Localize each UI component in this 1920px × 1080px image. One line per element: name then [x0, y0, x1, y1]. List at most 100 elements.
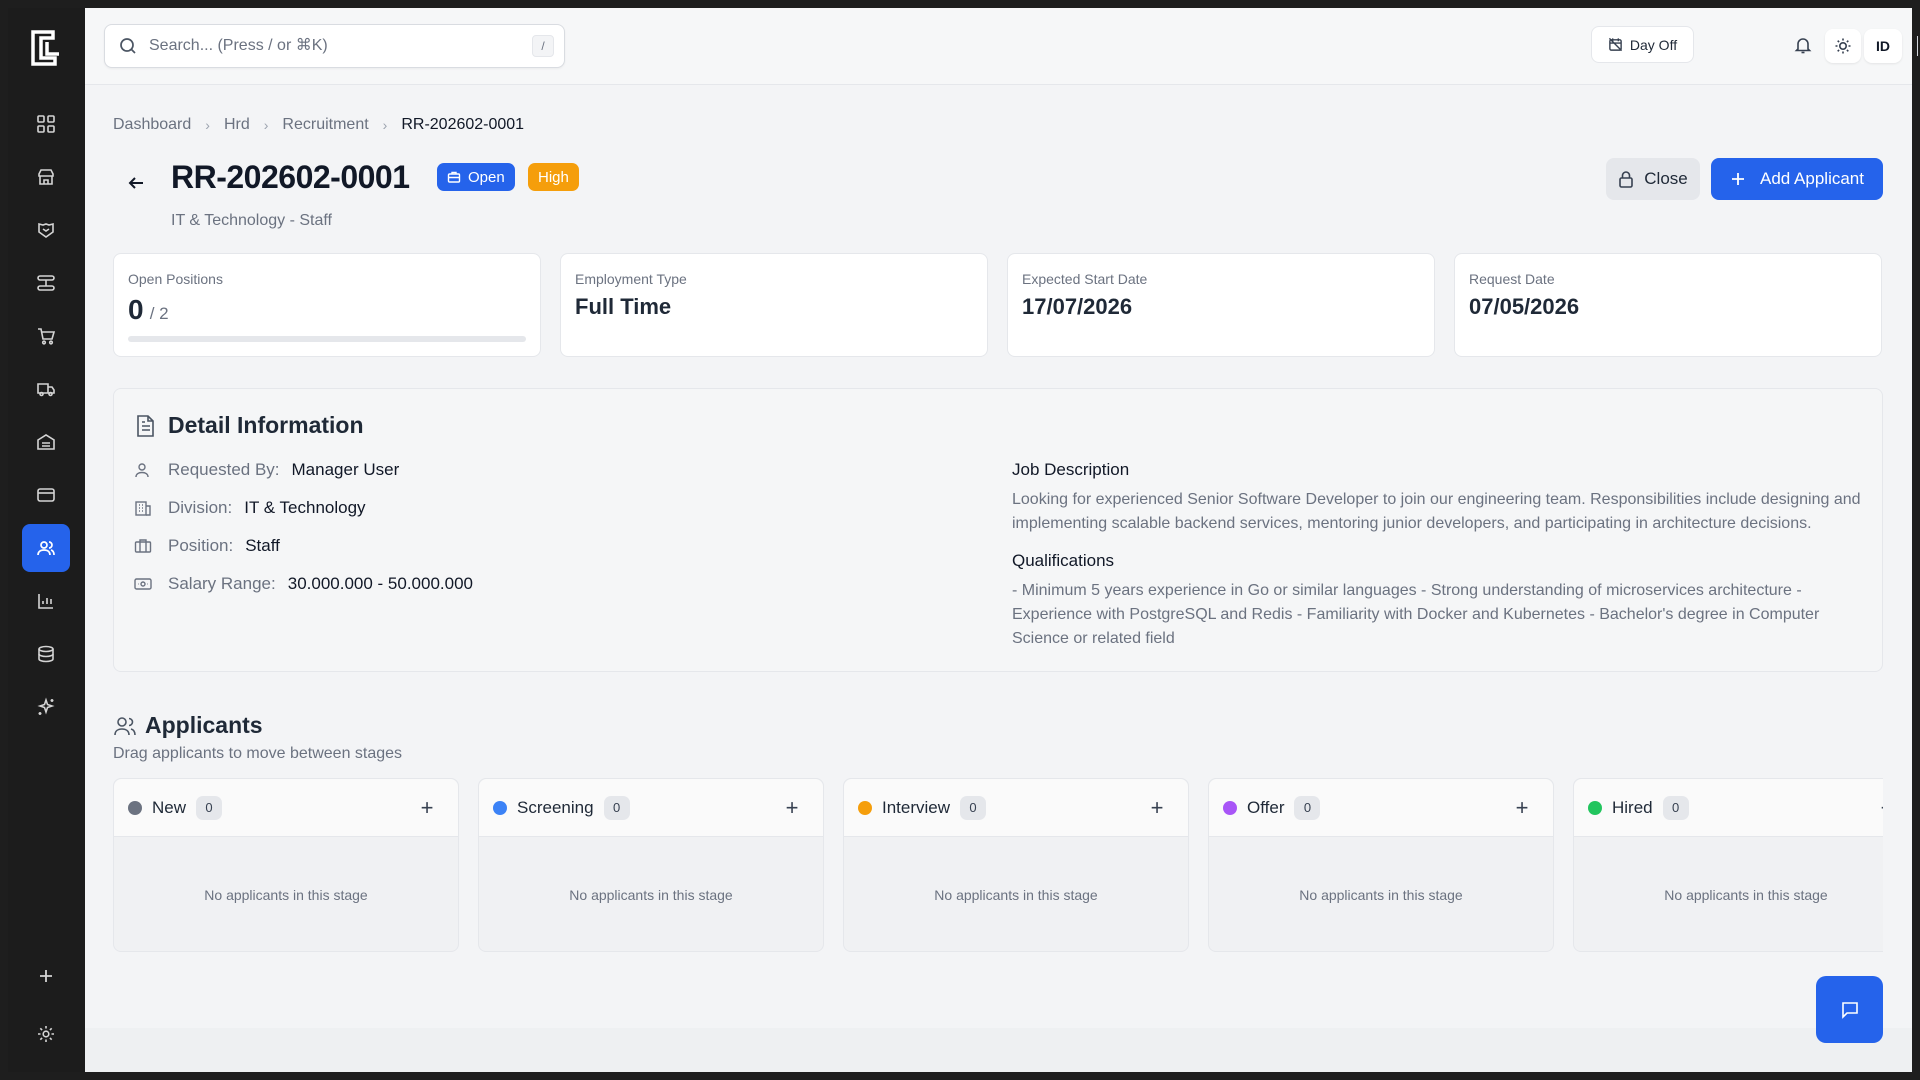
- cart-icon[interactable]: [22, 312, 70, 360]
- stage-empty-text: No applicants in this stage: [934, 887, 1098, 903]
- page-subtitle: IT & Technology - Staff: [171, 212, 332, 229]
- job-description-title: Job Description: [1012, 460, 1130, 479]
- chevron-right-icon: ›: [382, 117, 388, 133]
- add-applicant-button[interactable]: Add Applicant: [1711, 158, 1883, 200]
- qualifications-title: Qualifications: [1012, 551, 1115, 570]
- detail-information-card: Detail Information Requested By: Manager…: [113, 388, 1883, 672]
- stage-title: Screening: [517, 797, 594, 817]
- topbar: / Day Off ID: [85, 8, 1918, 85]
- stage-title: Offer: [1247, 797, 1285, 817]
- stage-header: Hired 0 +: [1574, 779, 1883, 837]
- stage-empty-text: No applicants in this stage: [1664, 887, 1828, 903]
- app-logo[interactable]: [29, 28, 65, 68]
- applicants-subtitle: Drag applicants to move between stages: [113, 745, 403, 762]
- stat-employment-type: Employment Type Full Time: [560, 253, 988, 357]
- stage-color-dot: [1223, 800, 1237, 815]
- breadcrumb-hrd[interactable]: Hrd: [224, 116, 250, 134]
- division-row: Division: IT & Technology: [134, 498, 366, 518]
- breadcrumb-recruitment[interactable]: Recruitment: [282, 116, 368, 134]
- back-arrow-icon[interactable]: [125, 172, 147, 194]
- sidebar: [8, 8, 85, 1072]
- stage-column-offer[interactable]: Offer 0 + No applicants in this stage: [1208, 778, 1554, 952]
- stage-color-dot: [493, 800, 507, 815]
- stat-value: 07/05/2026: [1469, 294, 1580, 319]
- detail-heading: Detail Information: [134, 412, 364, 439]
- database-icon[interactable]: [22, 630, 70, 678]
- store-icon[interactable]: [22, 153, 70, 201]
- chevron-right-icon: ›: [263, 117, 269, 133]
- search-input[interactable]: [149, 37, 509, 55]
- stage-header: Offer 0 +: [1209, 779, 1553, 837]
- stat-request-date: Request Date 07/05/2026: [1454, 253, 1882, 357]
- add-to-stage-plus-icon[interactable]: +: [416, 797, 438, 819]
- stage-column-hired[interactable]: Hired 0 + No applicants in this stage: [1573, 778, 1883, 952]
- breadcrumb-dashboard[interactable]: Dashboard: [113, 116, 191, 134]
- stat-expected-start-date: Expected Start Date 17/07/2026: [1007, 253, 1435, 357]
- stat-value: 17/07/2026: [1022, 294, 1133, 319]
- stage-count-badge: 0: [1662, 795, 1689, 820]
- requested-by-label: Requested By:: [168, 460, 280, 479]
- language-switch[interactable]: ID: [1864, 29, 1902, 63]
- search-box[interactable]: /: [104, 24, 565, 68]
- applicants-heading: Applicants: [113, 712, 263, 739]
- stage-column-interview[interactable]: Interview 0 + No applicants in this stage: [843, 778, 1189, 952]
- add-to-stage-plus-icon[interactable]: +: [1876, 797, 1883, 819]
- building-icon: [134, 500, 154, 516]
- add-applicant-label: Add Applicant: [1760, 169, 1864, 188]
- requested-by-value: Manager User: [291, 460, 400, 479]
- stage-color-dot: [1588, 800, 1602, 815]
- calendar-off-icon: [1608, 37, 1623, 52]
- stage-title: Interview: [882, 797, 951, 817]
- stage-header: New 0 +: [114, 779, 458, 837]
- salary-row: Salary Range: 30.000.000 - 50.000.000: [134, 574, 473, 594]
- briefcase-icon: [134, 538, 154, 554]
- stage-count-badge: 0: [1294, 795, 1321, 820]
- stage-header: Screening 0 +: [479, 779, 823, 837]
- stat-label: Employment Type: [575, 271, 687, 287]
- salary-label: Salary Range:: [168, 574, 276, 593]
- chart-icon[interactable]: [22, 577, 70, 625]
- priority-badge: High: [528, 163, 579, 191]
- stage-empty-text: No applicants in this stage: [204, 887, 368, 903]
- plus-icon: [1730, 171, 1746, 187]
- stage-color-dot: [858, 800, 872, 815]
- page-title: RR-202602-0001: [171, 159, 410, 195]
- stage-header: Interview 0 +: [844, 779, 1188, 837]
- topbar-divider: [1917, 36, 1918, 56]
- stage-count-badge: 0: [196, 795, 223, 820]
- day-off-button[interactable]: Day Off: [1591, 26, 1694, 63]
- stage-empty-text: No applicants in this stage: [569, 887, 733, 903]
- open-total: / 2: [149, 304, 169, 323]
- open-count: 0: [128, 294, 144, 325]
- stat-value: 0 / 2: [128, 294, 526, 326]
- warehouse-icon[interactable]: [22, 418, 70, 466]
- stat-label: Expected Start Date: [1022, 271, 1148, 287]
- stage-color-dot: [128, 800, 142, 815]
- gear-icon[interactable]: [22, 1010, 70, 1058]
- truck-icon[interactable]: [22, 365, 70, 413]
- add-to-stage-plus-icon[interactable]: +: [1146, 797, 1168, 819]
- chat-button[interactable]: [1816, 976, 1883, 1043]
- page-bottom: [85, 1028, 1912, 1072]
- stage-column-new[interactable]: New 0 + No applicants in this stage: [113, 778, 459, 952]
- stage-count-badge: 0: [960, 795, 987, 820]
- add-to-stage-plus-icon[interactable]: +: [1511, 797, 1533, 819]
- salary-value: 30.000.000 - 50.000.000: [287, 574, 474, 593]
- stage-column-screening[interactable]: Screening 0 + No applicants in this stage: [478, 778, 824, 952]
- close-button[interactable]: Close: [1606, 158, 1700, 200]
- handshake-icon[interactable]: [22, 206, 70, 254]
- workflow-icon[interactable]: [22, 259, 70, 307]
- card-icon[interactable]: [22, 471, 70, 519]
- qualifications-text: - Minimum 5 years experience in Go or si…: [1012, 582, 1820, 647]
- users-icon[interactable]: [22, 524, 70, 572]
- bell-icon[interactable]: [1788, 30, 1818, 60]
- stat-open-positions: Open Positions 0 / 2: [113, 253, 541, 357]
- sparkle-icon[interactable]: [22, 683, 70, 731]
- stage-empty-text: No applicants in this stage: [1299, 887, 1463, 903]
- theme-toggle-sun-icon[interactable]: [1825, 29, 1861, 63]
- plus-icon[interactable]: [22, 952, 70, 1000]
- status-badge: Open: [437, 163, 515, 191]
- dashboard-icon[interactable]: [22, 100, 70, 148]
- applicants-title: Applicants: [145, 712, 263, 738]
- add-to-stage-plus-icon[interactable]: +: [781, 797, 803, 819]
